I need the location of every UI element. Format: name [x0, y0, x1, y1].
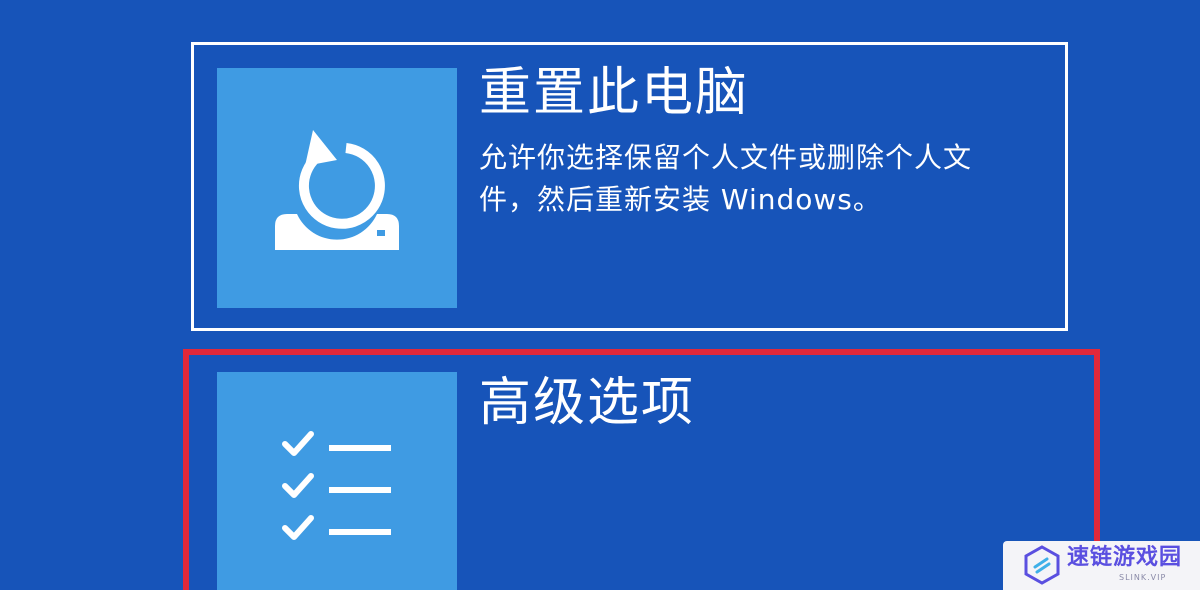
- reset-pc-option[interactable]: 重置此电脑 允许你选择保留个人文件或删除个人文件，然后重新安装 Windows。: [191, 42, 1068, 331]
- watermark-subtitle: SLINK.VIP: [1119, 573, 1167, 582]
- reset-pc-description: 允许你选择保留个人文件或删除个人文件，然后重新安装 Windows。: [479, 141, 973, 216]
- reset-pc-icon: [275, 130, 399, 250]
- site-watermark: 速链游戏园 SLINK.VIP: [1003, 541, 1200, 590]
- checklist-icon: [282, 431, 391, 540]
- advanced-options-tile: [217, 372, 457, 590]
- reset-pc-tile: [217, 68, 457, 308]
- site-logo-icon: [1024, 545, 1060, 585]
- reset-pc-title: 重置此电脑: [479, 63, 750, 123]
- advanced-options-title: 高级选项: [479, 373, 696, 433]
- watermark-name: 速链游戏园: [1067, 545, 1183, 570]
- advanced-options-option[interactable]: 高级选项: [183, 349, 1100, 590]
- troubleshoot-screen: 重置此电脑 允许你选择保留个人文件或删除个人文件，然后重新安装 Windows。…: [0, 0, 1200, 590]
